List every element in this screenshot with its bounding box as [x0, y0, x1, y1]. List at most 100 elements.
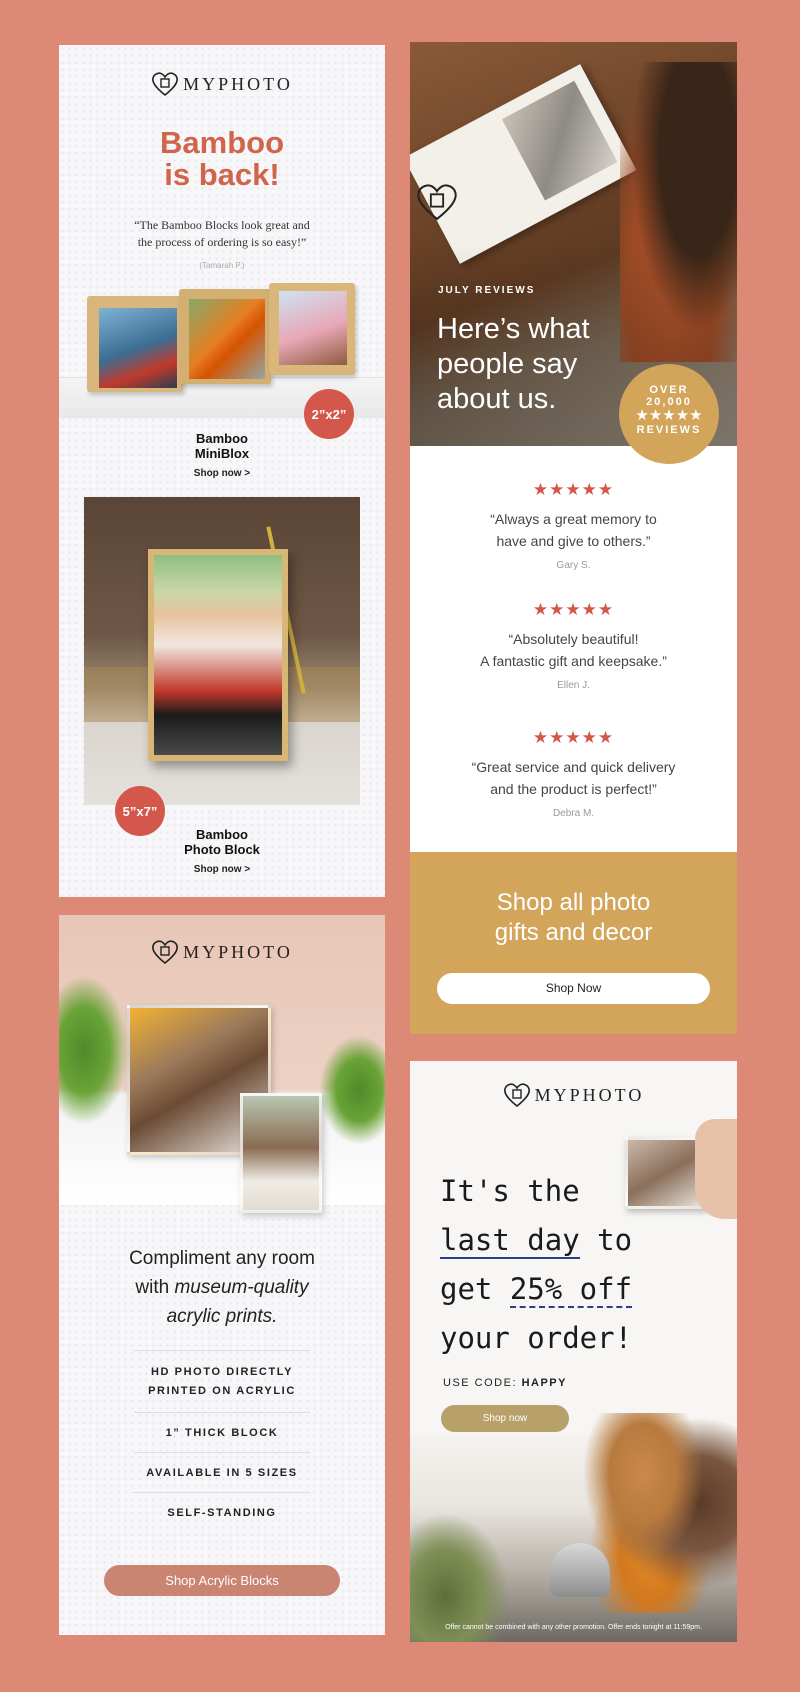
hand — [695, 1119, 737, 1219]
hero-line-1: Here’s what — [437, 313, 590, 345]
headline-line-1: Compliment any room — [129, 1248, 315, 1269]
message-underlined: last day — [440, 1223, 580, 1259]
testimonial-line-1: “The Bamboo Blocks look great and — [134, 218, 310, 232]
headline-line-2-plain: with — [135, 1277, 175, 1298]
message-line-2-end: to — [579, 1223, 633, 1257]
star-icon: ★★★★★ — [532, 480, 615, 499]
feature-item: AVAILABLE IN 5 SIZES — [146, 1467, 298, 1479]
star-icon: ★★★★★ — [635, 407, 703, 424]
plant-foreground — [410, 1513, 510, 1642]
review-text-line-1: “Always a great memory to — [490, 511, 657, 527]
product-miniblox: Bamboo MiniBlox Shop now > — [59, 431, 385, 479]
myphoto-logo[interactable]: MyPhoto — [59, 71, 385, 97]
product-photo-block: Bamboo Photo Block Shop now > — [59, 827, 385, 875]
kitchen-photo — [410, 1413, 737, 1642]
heart-frame-logo-icon — [152, 72, 179, 97]
plant-right — [319, 1035, 385, 1145]
shop-acrylic-blocks-button[interactable]: Shop Acrylic Blocks — [104, 1565, 340, 1596]
review-author: Gary S. — [556, 560, 591, 571]
footer-line-1: Shop all photo — [496, 889, 651, 916]
headline-line-2-italic: museum-quality — [174, 1277, 309, 1298]
photo-book — [410, 64, 637, 264]
last-day-email-panel: MyPhoto It's the last day to get 25% off… — [410, 1061, 737, 1642]
message-squiggle-underlined: 25% off — [509, 1272, 633, 1308]
feature-line-2: PRINTED ON ACRYLIC — [148, 1385, 296, 1397]
badge-reviews: REVIEWS — [636, 424, 702, 436]
bamboo-block-2 — [179, 289, 271, 384]
logo-wordmark: MyPhoto — [183, 73, 293, 94]
review-text-line-1: “Great service and quick delivery — [471, 759, 676, 775]
review-author: Ellen J. — [557, 680, 590, 691]
bamboo-block-1 — [87, 296, 183, 392]
bamboo-email-panel: MyPhoto Bamboo is back! “The Bamboo Bloc… — [59, 45, 385, 897]
photo-block-image — [84, 497, 360, 805]
feature-line-1: HD PHOTO DIRECTLY — [150, 1366, 294, 1378]
review-text-line-2: A fantastic gift and keepsake.” — [480, 653, 667, 669]
product-name-line-1: Bamboo — [196, 431, 248, 446]
plant-left — [59, 975, 129, 1125]
star-icon: ★★★★★ — [532, 728, 615, 747]
fine-print: Offer cannot be combined with any other … — [445, 1624, 702, 1631]
headline-line-3: acrylic prints. — [166, 1306, 278, 1327]
photo-couple-dogs — [154, 555, 282, 755]
testimonial: “The Bamboo Blocks look great and the pr… — [59, 217, 385, 274]
review-text-line-2: have and give to others.” — [496, 533, 651, 549]
hero-line-3: about us. — [437, 383, 557, 415]
bamboo-block-3 — [269, 283, 355, 375]
headline-line-2: is back! — [164, 157, 280, 192]
product-name-line-2: Photo Block — [184, 842, 260, 857]
photo-family — [279, 291, 347, 365]
review-3: ★★★★★ “Great service and quick delivery … — [410, 728, 737, 819]
headline-line-1: Bamboo — [160, 125, 284, 160]
reviews-email-panel: JULY REVIEWS Here’s what people say abou… — [410, 42, 737, 1034]
heart-frame-logo-icon — [503, 1083, 530, 1108]
star-icon: ★★★★★ — [532, 600, 615, 619]
review-author: Debra M. — [552, 808, 595, 819]
handwritten-message: It's the last day to get 25% off your or… — [440, 1167, 632, 1363]
hand-holding-block — [623, 1119, 737, 1219]
testimonial-author: (Tamarah P.) — [199, 261, 245, 270]
photo-sailing — [99, 308, 177, 388]
shop-now-button[interactable]: Shop Now — [437, 973, 710, 1004]
bamboo-photo-block — [148, 549, 288, 761]
myphoto-logo[interactable]: MyPhoto — [59, 939, 385, 965]
badge-over: OVER — [649, 384, 689, 396]
logo-wordmark: MyPhoto — [183, 941, 293, 962]
review-text-line-2: and the product is perfect!” — [490, 781, 657, 797]
shop-now-link-miniblox[interactable]: Shop now > — [59, 468, 385, 479]
eyebrow: JULY REVIEWS — [438, 285, 536, 296]
message-line-3-start: get — [440, 1272, 510, 1306]
promo-code: USE CODE: HAPPY — [443, 1377, 567, 1389]
feature-list: HD PHOTO DIRECTLY PRINTED ON ACRYLIC 1” … — [59, 1350, 385, 1532]
acrylic-block-small — [240, 1093, 322, 1213]
message-line-2: last day to — [440, 1216, 632, 1265]
feature-item: SELF-STANDING — [167, 1507, 277, 1519]
heart-frame-logo-icon — [152, 940, 179, 965]
code-value: HAPPY — [521, 1377, 567, 1389]
photo-book-page-photos — [501, 80, 618, 201]
product-name-line-1: Bamboo — [196, 827, 248, 842]
myphoto-logo[interactable]: MyPhoto — [410, 1082, 737, 1108]
book-heart-logo-icon — [415, 182, 459, 222]
footer-line-2: gifts and decor — [494, 919, 653, 946]
kettle — [550, 1543, 610, 1597]
acrylic-headline: Compliment any room with museum-quality … — [59, 1244, 385, 1331]
message-line-3: get 25% off — [440, 1265, 633, 1314]
photo-hammock — [189, 299, 265, 379]
reviews-count-badge: OVER 20,000 ★★★★★ REVIEWS — [619, 364, 719, 464]
logo-wordmark: MyPhoto — [534, 1084, 645, 1105]
hero-headline: Here’s what people say about us. — [437, 312, 590, 417]
footer-headline: Shop all photo gifts and decor — [410, 888, 737, 948]
review-2: ★★★★★ “Absolutely beautiful! A fantastic… — [410, 600, 737, 691]
headline: Bamboo is back! — [59, 127, 385, 191]
message-line-1: It's the — [440, 1174, 580, 1208]
shop-now-button[interactable]: Shop now — [441, 1405, 569, 1432]
feature-item: HD PHOTO DIRECTLY PRINTED ON ACRYLIC — [59, 1351, 385, 1412]
shop-now-link-photo-block[interactable]: Shop now > — [59, 864, 385, 875]
review-text-line-1: “Absolutely beautiful! — [508, 631, 639, 647]
code-label: USE CODE: — [443, 1377, 522, 1389]
review-1: ★★★★★ “Always a great memory to have and… — [410, 480, 737, 571]
headline-line-2: with museum-quality — [59, 1273, 385, 1302]
message-line-4: your order! — [440, 1321, 633, 1355]
product-name-line-2: MiniBlox — [194, 446, 250, 461]
